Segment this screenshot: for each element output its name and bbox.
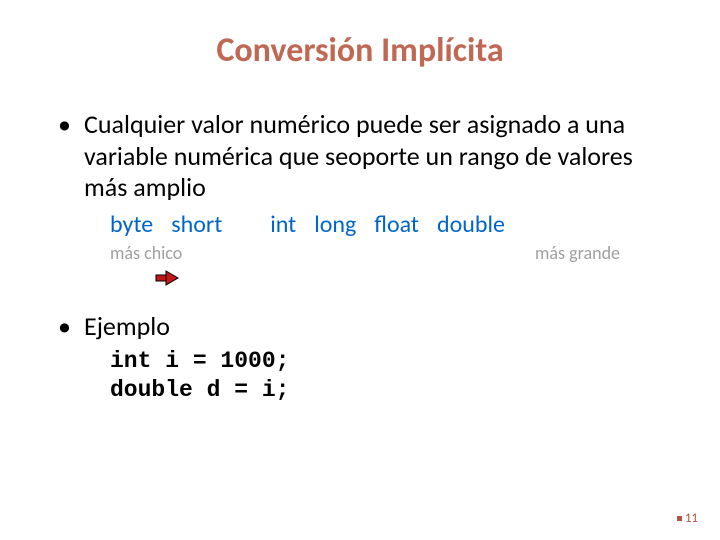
label-large: más grande	[535, 243, 620, 265]
size-labels-row: más chico más grande	[110, 243, 620, 265]
code-line-1: int i = 1000;	[110, 347, 670, 376]
code-block: int i = 1000; double d = i;	[110, 347, 670, 405]
type-short: short	[171, 210, 222, 239]
type-int: int	[270, 210, 296, 239]
bullet-main-text: Cualquier valor numérico puede ser asign…	[84, 108, 633, 203]
page-bullet-icon	[677, 516, 682, 521]
type-range-row: byte short int long float double	[110, 210, 670, 239]
arrow-right-icon	[154, 267, 670, 287]
label-small: más chico	[110, 243, 182, 265]
type-double: double	[437, 210, 505, 239]
page-number-text: 11	[685, 511, 698, 526]
bullet-example-text: Ejemplo	[84, 310, 170, 342]
page-number: 11	[677, 511, 698, 526]
code-line-2: double d = i;	[110, 376, 670, 405]
bullet-example: Ejemplo int i = 1000; double d = i;	[58, 311, 670, 404]
type-gap	[240, 210, 252, 239]
type-float: float	[374, 210, 419, 239]
type-long: long	[314, 210, 356, 239]
type-byte: byte	[110, 210, 153, 239]
bullet-main: Cualquier valor numérico puede ser asign…	[58, 109, 670, 287]
slide-title: Conversión Implícita	[50, 30, 670, 71]
